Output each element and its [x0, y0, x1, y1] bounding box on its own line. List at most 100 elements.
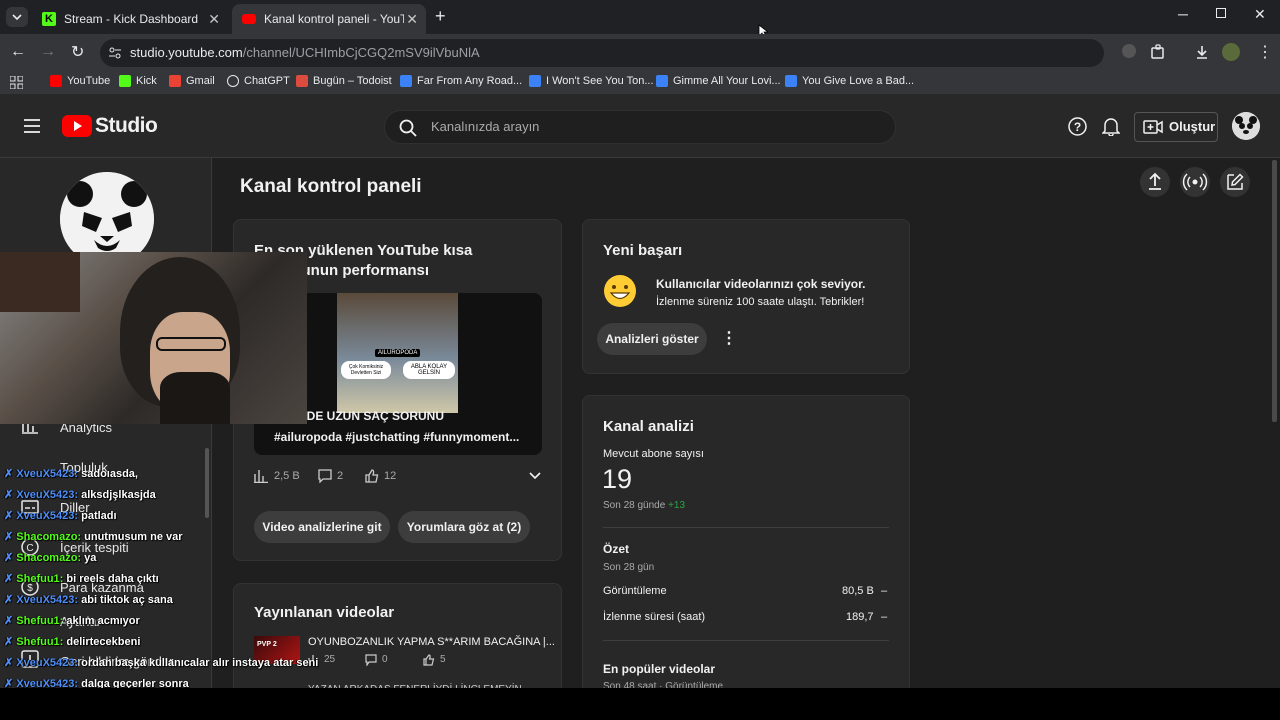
- create-button[interactable]: Oluştur: [1134, 112, 1218, 142]
- tab-title: Kanal kontrol paneli - YouTube: [264, 12, 404, 26]
- page-title: Kanal kontrol paneli: [240, 176, 422, 197]
- bookmark-song-1[interactable]: Far From Any Road...: [400, 75, 522, 87]
- apps-grid-icon[interactable]: [10, 76, 23, 89]
- bookmark-label: Gimme All Your Lovi...: [673, 75, 781, 87]
- bookmark-song-4[interactable]: You Give Love a Bad...: [785, 75, 914, 87]
- main-scrollbar[interactable]: [1272, 160, 1277, 422]
- card-title: Kanal analizi: [603, 418, 694, 435]
- bookmark-song-3[interactable]: Gimme All Your Lovi...: [656, 75, 781, 87]
- help-icon[interactable]: ?: [1068, 117, 1087, 136]
- reload-icon[interactable]: ↻: [71, 42, 84, 62]
- puzzle-extensions-icon[interactable]: [1150, 44, 1166, 60]
- short-video-tags: #ailuropoda #justchatting #funnymoment..…: [274, 430, 520, 444]
- close-icon[interactable]: ✕: [406, 11, 418, 28]
- notifications-bell-icon[interactable]: [1102, 117, 1120, 136]
- profile-avatar[interactable]: [1222, 43, 1240, 61]
- chat-badge-icon: ✗: [4, 573, 17, 585]
- url-host: studio.youtube.com: [130, 45, 243, 60]
- webcam-overlay: [0, 252, 307, 424]
- more-options-icon[interactable]: ⋮: [721, 328, 737, 348]
- chat-message: ✗ XveuX5423: sadoıasda,: [4, 467, 138, 480]
- show-analytics-button[interactable]: Analizleri göster: [597, 323, 707, 355]
- chat-text: ordan başka kullanıcalar alır instaya at…: [81, 657, 319, 669]
- account-avatar[interactable]: [1232, 112, 1260, 140]
- chat-username: Shefuu1:: [16, 573, 64, 585]
- bookmark-chatgpt[interactable]: ChatGPT: [227, 75, 290, 87]
- new-tab-icon[interactable]: +: [435, 6, 446, 27]
- site-info-icon[interactable]: [108, 46, 122, 60]
- chat-message: ✗ Shefuu1: bi reels daha çıktı: [4, 572, 159, 585]
- forward-arrow-icon[interactable]: →: [40, 43, 56, 61]
- thumbnail-speech-bubble: Çok Komiksiniz Devletten Sizi: [341, 361, 391, 379]
- chat-username: Shefuu1:: [16, 636, 64, 648]
- kebab-menu-icon[interactable]: ⋮: [1257, 42, 1273, 62]
- bookmark-label: You Give Love a Bad...: [802, 75, 915, 87]
- create-label: Oluştur: [1169, 119, 1216, 134]
- tab-search-button[interactable]: [6, 7, 28, 27]
- main-content: Kanal kontrol paneli En son yüklenen You…: [213, 158, 1277, 705]
- create-post-button[interactable]: [1220, 167, 1250, 197]
- bookmark-label: Gmail: [186, 75, 215, 87]
- minimize-icon[interactable]: ─: [1178, 6, 1188, 22]
- chat-text: patladı: [81, 510, 117, 522]
- chevron-down-icon: [12, 14, 22, 21]
- chat-text: abi tiktok aç sana: [81, 594, 173, 606]
- divider: [603, 640, 889, 641]
- chevron-down-icon[interactable]: [528, 471, 542, 481]
- views-value: 80,5 B: [842, 585, 874, 597]
- bookmark-label: Far From Any Road...: [417, 75, 523, 87]
- chat-message: ✗ XveuX5423: patladı: [4, 509, 117, 522]
- period-label: Son 28 günde: [603, 500, 666, 511]
- chat-badge-icon: ✗: [4, 468, 17, 480]
- bookmarks-bar: YouTube Kick Gmail ChatGPT Bugün – Todoi…: [0, 72, 1280, 94]
- summary-title: Özet: [603, 542, 630, 556]
- upload-button[interactable]: [1140, 167, 1170, 197]
- youtube-logo-icon: [62, 115, 92, 137]
- channel-analytics-card: Kanal analizi Mevcut abone sayısı 19 Son…: [582, 395, 910, 705]
- bookmark-youtube[interactable]: YouTube: [50, 75, 110, 87]
- subscribers-count: 19: [602, 464, 633, 494]
- bookmark-label: Kick: [136, 75, 157, 87]
- subscribers-delta: +13: [668, 500, 686, 511]
- go-live-button[interactable]: [1180, 167, 1210, 197]
- address-bar[interactable]: studio.youtube.com/channel/UCHImbCjCGQ2m…: [100, 39, 1104, 67]
- bookmark-todoist[interactable]: Bugün – Todoist: [296, 75, 392, 87]
- download-icon[interactable]: [1194, 44, 1210, 60]
- chat-message: ✗ Shacomazo: unutmusum ne var: [4, 530, 183, 543]
- card-title: Yeni başarı: [603, 242, 683, 259]
- search-input[interactable]: Kanalınızda arayın: [384, 110, 896, 144]
- extension-icon[interactable]: [1122, 44, 1136, 58]
- video-add-icon: [1143, 120, 1163, 134]
- bottom-overlay-strip: [0, 688, 1280, 720]
- doc-icon: [785, 75, 797, 87]
- chat-username: Shacomazo:: [16, 531, 82, 543]
- bookmark-gmail[interactable]: Gmail: [169, 75, 215, 87]
- bookmark-song-2[interactable]: I Won't See You Ton...: [529, 75, 654, 87]
- close-icon[interactable]: ✕: [208, 11, 220, 28]
- view-comments-button[interactable]: Yorumlara göz at (2): [398, 511, 530, 543]
- comment-icon: [365, 654, 377, 666]
- back-arrow-icon[interactable]: ←: [10, 43, 26, 61]
- search-icon: [399, 119, 417, 137]
- browser-tab-strip: K Stream - Kick Dashboard ✕ Kanal kontro…: [0, 0, 1280, 38]
- thumbnail-speech-bubble: ABLA KOLAY GELSİN: [403, 361, 455, 379]
- live-broadcast-icon: [1182, 173, 1208, 191]
- tab-youtube-studio[interactable]: Kanal kontrol paneli - YouTube ✕: [232, 4, 426, 34]
- tab-kick-dashboard[interactable]: K Stream - Kick Dashboard ✕: [32, 4, 228, 34]
- logo-text: Studio: [95, 114, 158, 137]
- chatgpt-icon: [227, 75, 239, 87]
- studio-logo[interactable]: Studio: [62, 114, 158, 138]
- kitchen-cabinet: [0, 252, 80, 312]
- chat-username: XveuX5423:: [16, 468, 79, 480]
- chat-username: Shacomazo:: [16, 552, 82, 564]
- thumbnail-image: AILUROPODA Çok Komiksiniz Devletten Sizi…: [337, 293, 458, 413]
- bookmark-kick[interactable]: Kick: [119, 75, 157, 87]
- video-likes-count: 5: [440, 654, 446, 665]
- video-title[interactable]: OYUNBOZANLIK YAPMA S**ARIM BACAĞINA |...: [308, 636, 555, 648]
- hamburger-menu-icon[interactable]: [24, 119, 40, 133]
- chat-message: ✗ Shefuu1: aklım acmıyor: [4, 614, 140, 627]
- close-window-icon[interactable]: ✕: [1254, 6, 1266, 23]
- chat-message: ✗ Shacomazo: ya: [4, 551, 96, 564]
- bookmark-label: YouTube: [67, 75, 111, 87]
- restore-icon[interactable]: [1216, 8, 1226, 18]
